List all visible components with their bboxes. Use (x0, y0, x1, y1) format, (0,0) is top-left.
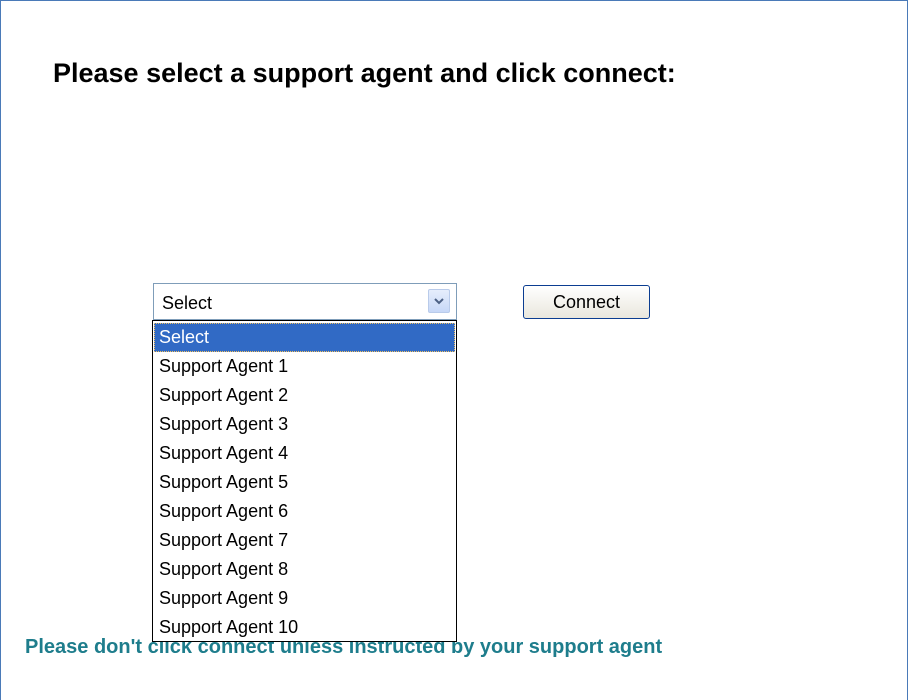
dropdown-option[interactable]: Support Agent 1 (154, 352, 455, 381)
connect-button[interactable]: Connect (523, 285, 650, 319)
dropdown-option[interactable]: Support Agent 2 (154, 381, 455, 410)
dropdown-option[interactable]: Support Agent 9 (154, 584, 455, 613)
chevron-down-icon[interactable] (428, 289, 450, 313)
dropdown-option[interactable]: Support Agent 8 (154, 555, 455, 584)
dropdown-option[interactable]: Support Agent 6 (154, 497, 455, 526)
dropdown-option[interactable]: Support Agent 5 (154, 468, 455, 497)
agent-select-value: Select (162, 293, 213, 313)
page-title: Please select a support agent and click … (53, 58, 676, 88)
dropdown-option[interactable]: Support Agent 10 (154, 613, 455, 642)
agent-select[interactable]: Select (153, 283, 457, 320)
dropdown-option[interactable]: Select (154, 323, 455, 352)
dropdown-option[interactable]: Support Agent 4 (154, 439, 455, 468)
dropdown-option[interactable]: Support Agent 3 (154, 410, 455, 439)
agent-dropdown-list: Select Support Agent 1 Support Agent 2 S… (152, 320, 457, 642)
dropdown-option[interactable]: Support Agent 7 (154, 526, 455, 555)
